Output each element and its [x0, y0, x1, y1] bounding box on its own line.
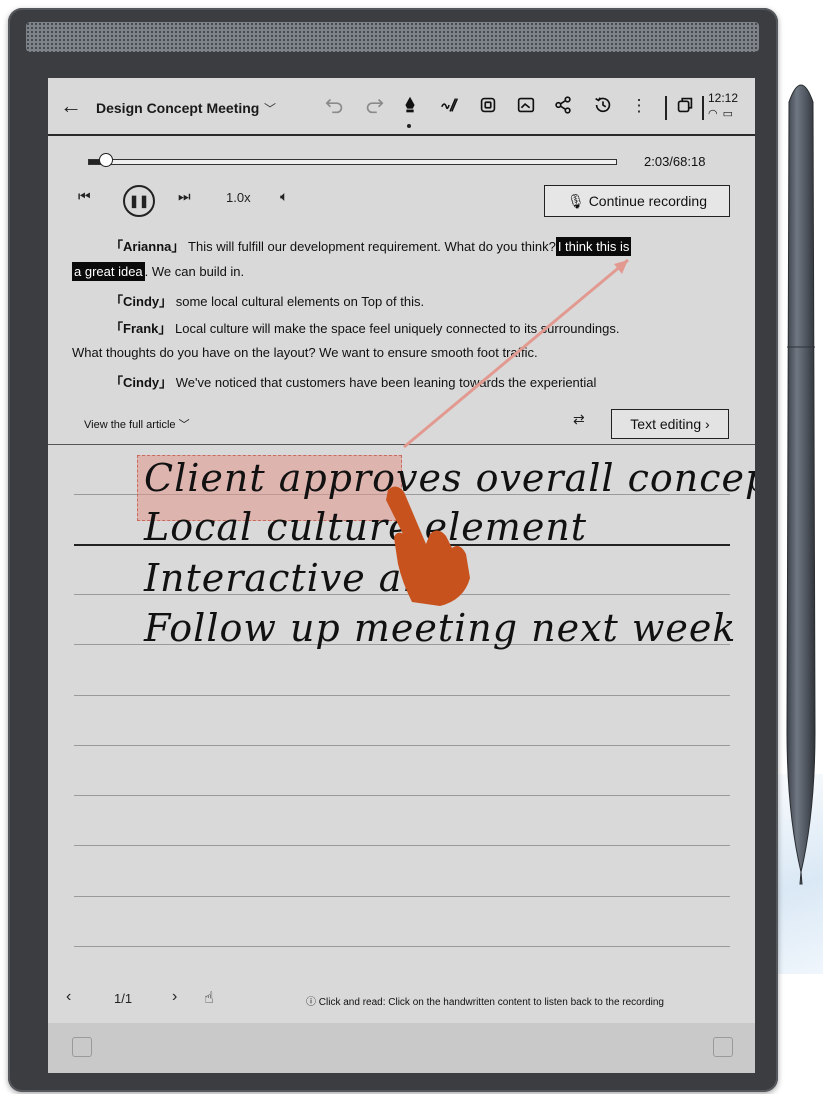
playback-speed[interactable]: 1.0x [226, 190, 251, 205]
text-editing-label: Text editing [630, 416, 702, 432]
page-indicator: 1/1 [114, 991, 133, 1006]
pen-tool-icon[interactable] [398, 94, 422, 118]
top-toolbar: ← Design Concept Meeting ﹀ ⋮ 12:12 ◠ ▭ [48, 78, 755, 136]
page-title[interactable]: Design Concept Meeting [96, 100, 259, 116]
ruled-line [74, 695, 730, 696]
transcript-line: 「Cindy」 some local cultural elements on … [110, 291, 424, 310]
transcript-line: 「Frank」 Local culture will make the spac… [110, 318, 619, 337]
copy-layers-icon[interactable] [476, 94, 500, 118]
redo-icon[interactable] [362, 94, 386, 118]
clock: 12:12 [708, 91, 739, 105]
tablet-device: ← Design Concept Meeting ﹀ ⋮ 12:12 ◠ ▭ 2… [8, 8, 778, 1092]
click-and-read-hint: ⓘ Click and read: Click on the handwritt… [306, 997, 664, 1008]
transcript-text: What thoughts do you have on the layout?… [72, 345, 538, 360]
history-icon[interactable] [591, 94, 615, 118]
active-tool-indicator [407, 124, 411, 128]
text-editing-button[interactable]: Text editing › [611, 409, 729, 439]
touch-off-icon[interactable]: ☝︎ [204, 988, 214, 1008]
continue-recording-button[interactable]: 🎙︎ Continue recording [544, 185, 730, 217]
hint-text: Click and read: Click on the handwritten… [318, 997, 664, 1008]
transcript-line: 「Cindy」 We've noticed that customers hav… [110, 372, 596, 391]
next-page-icon[interactable]: › [172, 988, 177, 1006]
speaker-name: 「Frank」 [110, 321, 172, 336]
layers-icon[interactable] [72, 1037, 92, 1057]
speaker-name: 「Cindy」 [110, 375, 173, 390]
transcript-line: 「Arianna」 This will fulfill our developm… [110, 236, 632, 256]
more-menu-icon[interactable]: ⋮ [627, 94, 651, 118]
transcript-text: some local cultural elements on Top of t… [175, 294, 425, 309]
screen: ← Design Concept Meeting ﹀ ⋮ 12:12 ◠ ▭ 2… [48, 78, 755, 1073]
toolbar-separator [702, 96, 704, 120]
handwritten-note[interactable]: Local culture element [144, 505, 587, 549]
swap-icon[interactable]: ⇄ [573, 411, 585, 428]
previous-page-icon[interactable]: ‹ [66, 988, 71, 1006]
volume-icon[interactable]: 🔈︎ [280, 188, 288, 205]
ruled-line [74, 946, 730, 947]
share-icon[interactable] [551, 94, 575, 118]
progress-knob[interactable] [99, 153, 113, 167]
transcript-text: Local culture will make the space feel u… [175, 321, 620, 336]
rewind-icon[interactable]: ⏮ [78, 188, 91, 205]
view-full-article-link[interactable]: View the full article ﹀ [84, 416, 190, 432]
view-full-label: View the full article [84, 419, 176, 431]
ruled-line [74, 845, 730, 846]
stylus-pen [786, 84, 816, 885]
ruled-line [74, 896, 730, 897]
toolbar-separator [665, 96, 667, 120]
bottom-dock [48, 1023, 755, 1073]
playback-progress-bar[interactable] [88, 159, 617, 165]
window-icon[interactable] [673, 94, 697, 118]
undo-icon[interactable] [323, 94, 347, 118]
fast-forward-icon[interactable]: ⏭ [178, 188, 191, 205]
pause-button[interactable]: ❚❚ [123, 185, 155, 217]
image-icon[interactable] [514, 94, 538, 118]
transcript-text: . We can build in. [144, 264, 245, 279]
handwritten-note[interactable]: Follow up meeting next week [144, 606, 736, 650]
playback-time: 2:03/68:18 [644, 154, 706, 169]
continue-recording-label: Continue recording [588, 193, 707, 209]
sticky-note-icon[interactable] [713, 1037, 733, 1057]
ruled-line [74, 795, 730, 796]
microphone-icon: 🎙︎ [567, 193, 589, 209]
handwriting-icon[interactable] [438, 94, 462, 118]
hand-pointer-icon [386, 486, 470, 606]
highlighted-text[interactable]: a great idea [72, 262, 145, 281]
transcript-line: What thoughts do you have on the layout?… [72, 345, 538, 360]
speaker-name: 「Arianna」 [110, 239, 185, 254]
bottom-bar: ‹ 1/1 › ☝︎ ⓘ Click and read: Click on th… [48, 978, 755, 1020]
ruled-line [74, 745, 730, 746]
chevron-down-icon[interactable]: ﹀ [264, 100, 276, 117]
transcript-line: a great idea. We can build in. [72, 262, 245, 281]
section-divider [48, 444, 755, 445]
speaker-name: 「Cindy」 [110, 294, 173, 309]
highlighted-text[interactable]: I think this is [555, 237, 632, 256]
speaker-grill [26, 22, 759, 52]
wifi-battery-icon: ◠ ▭ [708, 108, 735, 120]
transcript-text: This will fulfill our development requir… [188, 239, 556, 254]
back-arrow-icon[interactable]: ← [60, 95, 82, 117]
transcript-text: We've noticed that customers have been l… [175, 375, 597, 390]
